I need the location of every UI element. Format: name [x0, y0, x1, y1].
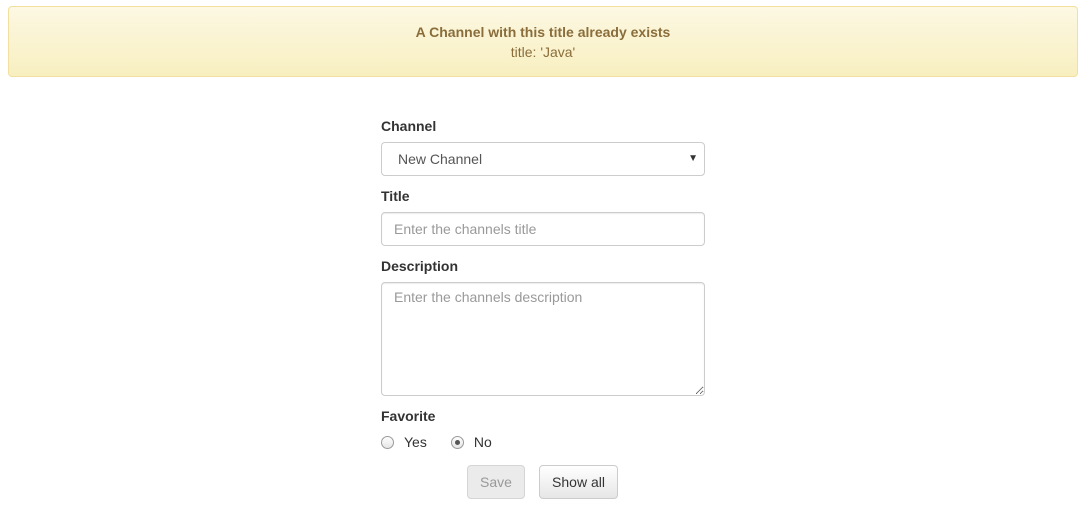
title-label: Title	[381, 188, 410, 204]
save-button[interactable]: Save	[467, 465, 525, 499]
description-label: Description	[381, 258, 459, 274]
radio-unchecked-icon[interactable]	[381, 435, 394, 449]
channel-label: Channel	[381, 118, 437, 134]
favorite-radio-group: Yes No	[381, 432, 705, 452]
alert-detail: title: 'Java'	[510, 44, 576, 60]
error-alert: A Channel with this title already exists…	[8, 6, 1078, 77]
channel-select[interactable]: New Channel ▼	[381, 142, 705, 176]
favorite-label: Favorite	[381, 408, 436, 424]
favorite-yes-label: Yes	[404, 434, 427, 450]
caret-down-icon: ▼	[688, 153, 698, 164]
alert-title: A Channel with this title already exists	[415, 24, 671, 40]
favorite-yes-option[interactable]: Yes	[381, 434, 427, 450]
form-actions: Save Show all	[467, 465, 618, 499]
show-all-button[interactable]: Show all	[539, 465, 618, 499]
description-textarea[interactable]	[381, 282, 705, 396]
title-input[interactable]	[381, 212, 705, 246]
channel-form: Channel New Channel ▼ Title Description …	[381, 118, 705, 452]
favorite-no-option[interactable]: No	[450, 434, 492, 450]
radio-checked-icon[interactable]	[450, 435, 464, 449]
channel-select-value: New Channel	[398, 151, 483, 167]
favorite-no-label: No	[473, 434, 492, 450]
